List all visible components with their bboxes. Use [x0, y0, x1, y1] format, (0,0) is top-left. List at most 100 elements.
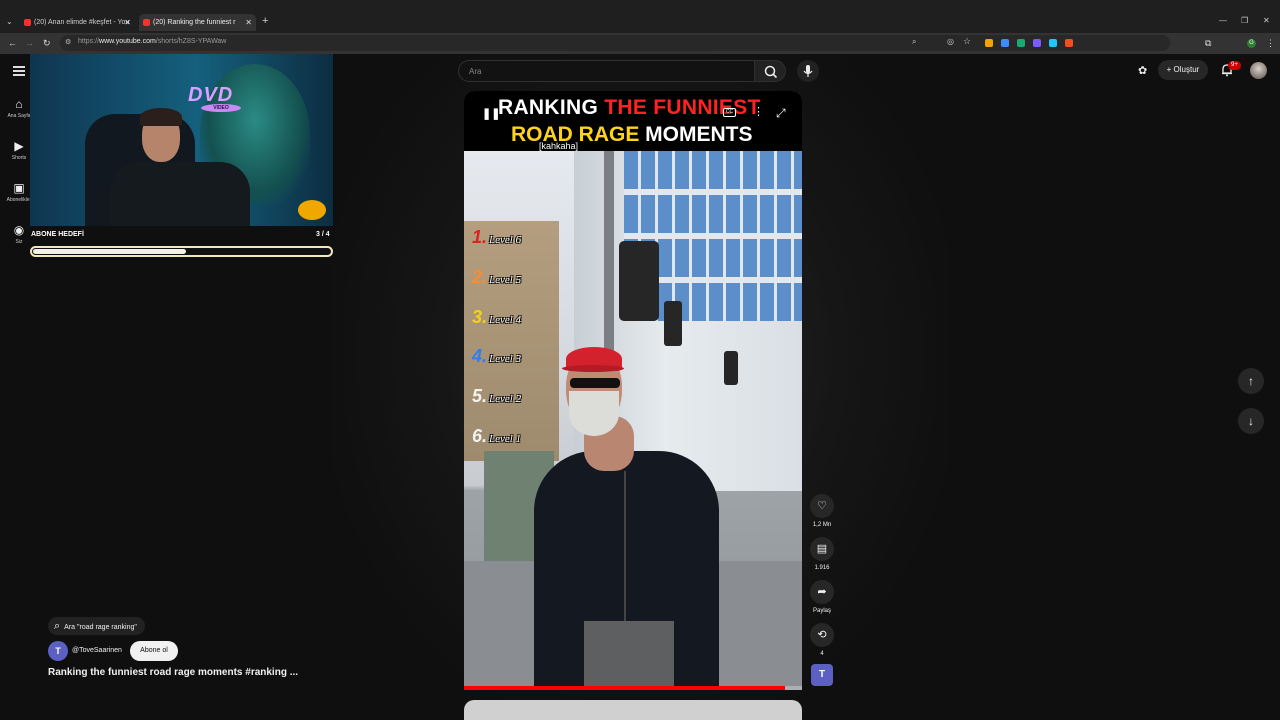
youtube-favicon-icon: [24, 19, 31, 26]
extensions-icon[interactable]: ⧉: [1205, 38, 1211, 49]
browser-extension-icon[interactable]: [1049, 39, 1057, 47]
share-button[interactable]: ➦ Paylaş: [809, 580, 835, 614]
level-rank-number: 4.: [472, 346, 488, 367]
sidebar-item-label: Siz: [15, 239, 23, 245]
search-box: [458, 60, 754, 82]
next-short-preview[interactable]: [464, 700, 802, 720]
create-label: Oluştur: [1173, 65, 1200, 74]
captions-button[interactable]: CC: [723, 108, 736, 117]
subscribe-button[interactable]: Abone ol: [130, 641, 178, 661]
arrow-down-icon: ↓: [1248, 414, 1254, 428]
reload-icon[interactable]: ↻: [43, 38, 51, 49]
level-label: Level 5: [489, 273, 522, 286]
close-tab-icon[interactable]: ✕: [124, 14, 131, 31]
browser-tab-1-title: (20) Anan elimde #keşfet - You: [34, 19, 130, 26]
level-item: 2. Level 5: [472, 267, 521, 289]
browser-menu-icon[interactable]: ⋮: [1266, 38, 1275, 49]
streamer-hair: [140, 108, 182, 126]
sub-goal-title: ABONE HEDEFİ: [31, 231, 84, 238]
level-label: Level 6: [489, 234, 522, 246]
channel-name[interactable]: @ToveSaarinen: [72, 647, 122, 654]
previous-short-button[interactable]: ↑: [1238, 368, 1264, 394]
left-building: [464, 221, 559, 461]
gemini-sparkle-icon[interactable]: ✿: [1138, 64, 1147, 77]
rubber-duck: [298, 200, 326, 220]
level-item: 3. Level 4: [472, 307, 521, 329]
level-label: Level 2: [489, 393, 522, 406]
like-count: 1,2 Mn: [812, 522, 832, 528]
account-avatar[interactable]: [1250, 62, 1267, 79]
bookmark-star-icon[interactable]: ☆: [963, 36, 971, 47]
dvd-logo-sub: VIDEO: [201, 104, 241, 112]
new-tab-icon[interactable]: +: [262, 15, 268, 27]
pause-icon[interactable]: ❚❚: [482, 107, 500, 120]
tab-search-icon[interactable]: ⌄: [6, 17, 13, 26]
level-rank-number: 6.: [472, 426, 488, 446]
browser-tab-bar: ⌄ (20) Anan elimde #keşfet - You ✕ (20) …: [0, 0, 1280, 33]
url-text: https://www.youtube.com/shorts/hZ8S-YPAW…: [78, 38, 227, 45]
sunglasses: [570, 378, 620, 388]
search-button[interactable]: [754, 60, 786, 82]
remix-icon: ⟲: [810, 623, 834, 647]
browser-extension-icon[interactable]: [985, 39, 993, 47]
close-tab-icon[interactable]: ✕: [245, 14, 252, 31]
share-icon: ➦: [810, 580, 834, 604]
browser-extension-icon[interactable]: [1065, 39, 1073, 47]
forward-icon[interactable]: →: [25, 38, 34, 48]
closed-caption: [kahkaha]: [537, 141, 581, 151]
fullscreen-icon[interactable]: ⤢: [776, 106, 786, 121]
video-progress-bar[interactable]: [464, 686, 802, 690]
jacket-zipper: [624, 471, 626, 621]
sub-goal-progress-bar: [30, 246, 333, 257]
man-beard: [569, 391, 619, 436]
hide-icon[interactable]: ◎: [947, 37, 954, 46]
remix-button[interactable]: ⟲ 4: [809, 623, 835, 657]
related-search-chip[interactable]: ⌕ Ara "road rage ranking": [48, 617, 145, 635]
back-icon[interactable]: ←: [8, 38, 17, 48]
video-title-band: RANKING THE FUNNIEST ROAD RAGE MOMENTS: [464, 91, 802, 151]
close-window-icon[interactable]: ✕: [1263, 16, 1270, 25]
comments-button[interactable]: ▤ 1.916: [809, 537, 835, 571]
browser-extension-icon[interactable]: [1001, 39, 1009, 47]
browser-extension-icon[interactable]: [1017, 39, 1025, 47]
voice-search-button[interactable]: [797, 60, 819, 82]
webcam-overlay: DVD VIDEO: [30, 54, 333, 226]
browser-tab-1[interactable]: (20) Anan elimde #keşfet - You ✕: [20, 14, 135, 31]
like-button[interactable]: ♡ 1,2 Mn: [809, 494, 835, 528]
menu-icon[interactable]: [13, 66, 25, 76]
level-label: Level 4: [489, 313, 522, 326]
cap-visor: [562, 365, 624, 372]
next-short-button[interactable]: ↓: [1238, 408, 1264, 434]
level-rank-number: 2.: [472, 266, 488, 287]
youtube-favicon-icon: [143, 19, 150, 26]
profile-icon[interactable]: G: [1247, 39, 1256, 48]
browser-tab-2-title: (20) Ranking the funniest r: [153, 19, 236, 26]
channel-avatar-side[interactable]: T: [811, 664, 833, 686]
browser-toolbar: ← → ↻ ⚙ https://www.youtube.com/shorts/h…: [0, 33, 1280, 54]
search-icon: ⌕: [54, 620, 61, 632]
zoom-icon[interactable]: ⌕: [912, 37, 916, 47]
comment-count: 1.916: [814, 565, 830, 571]
short-title[interactable]: Ranking the funniest road rage moments #…: [48, 667, 298, 678]
traffic-light: [724, 351, 738, 385]
channel-avatar[interactable]: T: [48, 641, 68, 661]
browser-tab-2[interactable]: (20) Ranking the funniest r ✕: [139, 14, 256, 31]
shorts-player[interactable]: 1. Level 6 2. Level 5 3. Level 4 4. Level 3 5. Le…: [464, 91, 802, 690]
traffic-light: [664, 301, 682, 346]
streamer-body: [110, 162, 250, 226]
sub-goal-progress-fill: [33, 249, 186, 254]
notifications-badge: 9+: [1228, 61, 1241, 70]
search-input[interactable]: [469, 65, 739, 78]
browser-extension-icon[interactable]: [1033, 39, 1041, 47]
man-pants: [584, 621, 674, 690]
level-rank-number: 3.: [472, 306, 488, 327]
site-info-icon[interactable]: ⚙: [65, 38, 71, 46]
level-item: 4. Level 3: [472, 346, 521, 368]
more-options-icon[interactable]: ⋮: [753, 105, 764, 118]
maximize-icon[interactable]: ❐: [1241, 16, 1248, 25]
screen: ⌄ (20) Anan elimde #keşfet - You ✕ (20) …: [0, 0, 1280, 720]
minimize-icon[interactable]: —: [1219, 16, 1227, 25]
create-button[interactable]: + Oluştur: [1158, 60, 1208, 80]
streamer: [110, 108, 250, 226]
level-label: Level 3: [489, 353, 522, 366]
